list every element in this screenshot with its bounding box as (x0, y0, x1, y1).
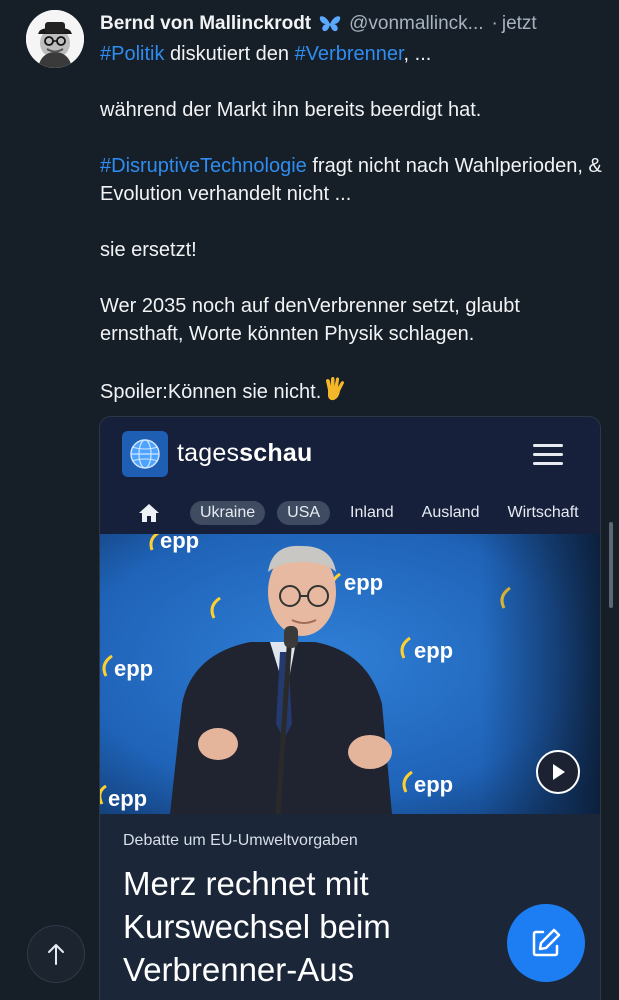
avatar-image (26, 10, 84, 68)
nav-link-wirtschaft[interactable]: Wirtschaft (507, 504, 578, 522)
nav-link-ausland[interactable]: Ausland (422, 504, 480, 522)
header-separator: · (491, 13, 498, 34)
svg-text:epp: epp (414, 772, 453, 797)
post-text-segment: Wer 2035 noch auf denVerbrenner setzt, g… (100, 295, 520, 345)
post-view: Bernd von Mallinckrodt @vonmallinck... ·… (0, 0, 619, 1000)
news-photo: epp epp epp epp epp epp (100, 534, 600, 814)
svg-text:epp: epp (344, 570, 383, 595)
post-text-segment: sie ersetzt! (100, 239, 197, 261)
svg-text:epp: epp (160, 534, 199, 553)
home-icon[interactable] (138, 503, 160, 523)
play-button[interactable] (536, 750, 580, 794)
scroll-to-top-button[interactable] (27, 925, 85, 983)
svg-text:epp: epp (114, 656, 153, 681)
post-paragraph-2: während der Markt ihn bereits beerdigt h… (100, 96, 605, 124)
compose-icon (532, 928, 561, 957)
author-name[interactable]: Bernd von Mallinckrodt (100, 13, 311, 35)
author-handle[interactable]: @vonmallinck... (349, 13, 483, 35)
tagesschau-logo-icon (122, 431, 168, 477)
post-text-segment: diskutiert den (164, 43, 295, 65)
hashtag-verbrenner[interactable]: #Verbrenner (295, 43, 404, 65)
avatar[interactable] (26, 10, 84, 68)
post-paragraph-3: #DisruptiveTechnologie fragt nicht nach … (100, 152, 605, 208)
post-text-segment: Spoiler:Können sie nicht. (100, 381, 322, 403)
post-text-segment: , ... (403, 43, 432, 65)
nav-pill-usa[interactable]: USA (277, 501, 331, 525)
compose-button[interactable] (507, 904, 585, 982)
post-text-segment: während der Markt ihn bereits beerdigt h… (100, 99, 482, 121)
nav-pill-ukraine[interactable]: Ukraine (190, 501, 266, 525)
site-wordmark-prefix: tages (177, 439, 240, 467)
post-paragraph-5: Wer 2035 noch auf denVerbrenner setzt, g… (100, 292, 605, 348)
epp-backdrop-logo: epp (100, 784, 147, 811)
card-topline: Debatte um EU-Umweltvorgaben (123, 832, 358, 849)
card-site-header: tagesschau (100, 417, 600, 491)
post-paragraph-4: sie ersetzt! (100, 236, 605, 264)
site-wordmark-bold: schau (239, 439, 313, 467)
card-site-nav: Ukraine USA Inland Ausland Wirtschaft (100, 493, 600, 533)
arrow-up-icon (48, 944, 64, 965)
vulcan-salute-icon (323, 376, 347, 410)
card-headline[interactable]: Merz rechnet mit Kurswechsel beim Verbre… (123, 862, 503, 991)
post-time: jetzt (501, 13, 537, 34)
nav-link-inland[interactable]: Inland (350, 504, 394, 522)
post-header: Bernd von Mallinckrodt @vonmallinck... ·… (100, 10, 605, 38)
scrollbar-thumb[interactable] (609, 522, 613, 608)
hashtag-disruptive-technologie[interactable]: #DisruptiveTechnologie (100, 155, 307, 177)
butterfly-icon (319, 15, 341, 33)
play-icon (553, 764, 565, 780)
hamburger-menu-icon[interactable] (533, 444, 563, 466)
post-paragraph-1: #Politik diskutiert den #Verbrenner, ... (100, 40, 605, 68)
post-text: #Politik diskutiert den #Verbrenner, ...… (100, 40, 605, 410)
hashtag-politik[interactable]: #Politik (100, 43, 164, 65)
site-wordmark: tagesschau (177, 439, 312, 468)
card-image[interactable]: epp epp epp epp epp epp (100, 534, 600, 814)
svg-text:epp: epp (414, 638, 453, 663)
svg-text:epp: epp (108, 786, 147, 811)
post-paragraph-6: Spoiler:Können sie nicht. (100, 376, 605, 410)
